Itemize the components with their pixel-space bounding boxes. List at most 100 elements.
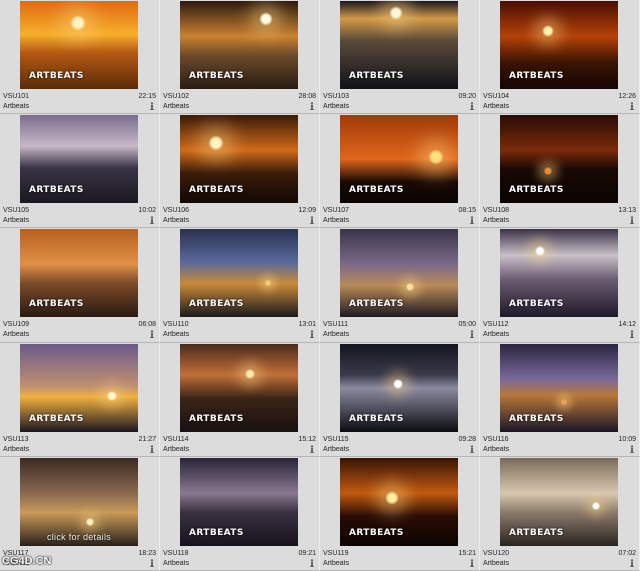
clip-tile[interactable]: ARTBEATS VSU106 12:09 Artbeats <box>160 114 320 229</box>
clip-thumbnail[interactable]: click for details <box>20 457 138 546</box>
clip-thumbnail[interactable]: ARTBEATS <box>180 1 298 89</box>
clip-tile[interactable]: ARTBEATS VSU102 28:08 Artbeats <box>160 0 320 115</box>
sun-glow <box>264 279 272 288</box>
artbeats-watermark: ARTBEATS <box>509 185 564 196</box>
clip-thumbnail[interactable]: ARTBEATS <box>20 1 138 89</box>
clip-duration: 05:00 <box>458 321 476 329</box>
clip-source: Artbeats <box>3 445 30 453</box>
info-icon[interactable] <box>629 216 635 225</box>
clip-thumbnail[interactable]: ARTBEATS <box>20 229 138 318</box>
clip-source: Artbeats <box>323 331 350 339</box>
clip-thumbnail[interactable]: ARTBEATS <box>500 343 618 432</box>
info-icon[interactable] <box>469 330 475 339</box>
clip-meta: VSU112 14:12 Artbeats <box>483 320 636 340</box>
clip-tile[interactable]: ARTBEATS VSU103 09:20 Artbeats <box>320 0 480 115</box>
info-icon[interactable] <box>469 216 475 225</box>
clip-tile[interactable]: ARTBEATS VSU105 10:02 Artbeats <box>0 114 160 229</box>
info-icon[interactable] <box>149 330 155 339</box>
sun-glow <box>591 500 601 511</box>
sun-glow <box>207 134 225 153</box>
clip-duration: 09:21 <box>298 549 316 557</box>
sun-glow <box>427 148 445 167</box>
info-icon[interactable] <box>469 102 475 110</box>
artbeats-watermark: ARTBEATS <box>349 185 404 196</box>
artbeats-watermark: ARTBEATS <box>509 413 564 424</box>
clip-code: VSU103 <box>323 93 350 100</box>
info-icon[interactable] <box>629 444 635 453</box>
clip-source: Artbeats <box>323 559 350 567</box>
clip-meta: VSU119 15:21 Artbeats <box>323 549 476 569</box>
sun-glow <box>85 516 95 527</box>
info-icon[interactable] <box>629 102 635 110</box>
clip-thumbnail[interactable]: ARTBEATS <box>180 343 298 432</box>
info-icon[interactable] <box>149 102 155 110</box>
clip-duration: 08:15 <box>458 207 476 215</box>
info-icon[interactable] <box>309 216 315 225</box>
clip-duration: 22:15 <box>138 93 156 100</box>
clip-tile[interactable]: ARTBEATS VSU108 13:13 Artbeats <box>480 114 640 229</box>
clip-tile[interactable]: ARTBEATS VSU104 12:26 Artbeats <box>480 0 640 115</box>
clip-tile[interactable]: ARTBEATS VSU109 06:08 Artbeats <box>0 228 160 343</box>
clip-meta: VSU110 13:01 Artbeats <box>163 320 316 340</box>
clip-source: Artbeats <box>483 217 510 225</box>
info-icon[interactable] <box>469 559 475 567</box>
clip-tile[interactable]: ARTBEATS VSU118 09:21 Artbeats <box>160 456 320 571</box>
clip-thumbnail[interactable]: ARTBEATS <box>180 115 298 204</box>
clip-thumbnail[interactable]: ARTBEATS <box>340 457 458 546</box>
info-icon[interactable] <box>629 330 635 339</box>
clip-tile[interactable]: ARTBEATS VSU111 05:00 Artbeats <box>320 228 480 343</box>
info-icon[interactable] <box>149 559 155 567</box>
clip-thumbnail[interactable]: ARTBEATS <box>340 343 458 432</box>
clip-thumbnail[interactable]: ARTBEATS <box>500 229 618 318</box>
info-icon[interactable] <box>309 330 315 339</box>
clip-code: VSU105 <box>3 207 30 215</box>
clip-meta: VSU105 10:02 Artbeats <box>3 206 156 226</box>
artbeats-watermark: ARTBEATS <box>189 71 244 81</box>
clip-code: VSU114 <box>163 435 189 443</box>
clip-source: Artbeats <box>163 217 190 225</box>
clip-thumbnail[interactable]: ARTBEATS <box>340 229 458 318</box>
clip-tile[interactable]: ARTBEATS VSU114 15:12 Artbeats <box>160 342 320 457</box>
clip-thumbnail[interactable]: ARTBEATS <box>500 115 618 204</box>
artbeats-watermark: ARTBEATS <box>509 71 564 81</box>
clip-tile[interactable]: ARTBEATS VSU107 08:15 Artbeats <box>320 114 480 229</box>
clip-thumbnail[interactable]: ARTBEATS <box>20 115 138 204</box>
clip-thumbnail[interactable]: ARTBEATS <box>180 457 298 546</box>
clip-tile[interactable]: ARTBEATS VSU101 22:15 Artbeats <box>0 0 160 115</box>
info-icon[interactable] <box>309 559 315 567</box>
clip-tile[interactable]: ARTBEATS VSU119 15:21 Artbeats <box>320 456 480 571</box>
clip-tile[interactable]: ARTBEATS VSU112 14:12 Artbeats <box>480 228 640 343</box>
artbeats-watermark: ARTBEATS <box>349 299 404 310</box>
click-for-details-label[interactable]: click for details <box>20 532 138 542</box>
info-icon[interactable] <box>469 444 475 453</box>
sun-glow <box>543 166 553 177</box>
info-icon[interactable] <box>149 444 155 453</box>
clip-thumbnail[interactable]: ARTBEATS <box>180 229 298 318</box>
clip-code: VSU113 <box>3 435 29 443</box>
info-icon[interactable] <box>309 444 315 453</box>
info-icon[interactable] <box>629 559 635 567</box>
clip-thumbnail[interactable]: ARTBEATS <box>340 115 458 204</box>
clip-source: Artbeats <box>323 445 350 453</box>
clip-meta: VSU109 06:08 Artbeats <box>3 320 156 340</box>
clip-tile[interactable]: ARTBEATS VSU115 09:28 Artbeats <box>320 342 480 457</box>
clip-thumbnail[interactable]: ARTBEATS <box>20 343 138 432</box>
clip-meta: VSU101 22:15 Artbeats <box>3 92 156 112</box>
clip-tile[interactable]: click for details VSU117 18:23 Artbeats <box>0 456 160 571</box>
clip-tile[interactable]: ARTBEATS VSU113 21:27 Artbeats <box>0 342 160 457</box>
info-icon[interactable] <box>309 102 315 110</box>
sun-glow <box>534 245 546 258</box>
clip-meta: VSU103 09:20 Artbeats <box>323 92 476 112</box>
info-icon[interactable] <box>149 216 155 225</box>
clip-source: Artbeats <box>163 559 190 567</box>
artbeats-watermark: ARTBEATS <box>29 71 84 81</box>
clip-tile[interactable]: ARTBEATS VSU120 07:02 Artbeats <box>480 456 640 571</box>
clip-tile[interactable]: ARTBEATS VSU110 13:01 Artbeats <box>160 228 320 343</box>
clip-thumbnail[interactable]: ARTBEATS <box>500 457 618 546</box>
clip-thumbnail[interactable]: ARTBEATS <box>340 1 458 89</box>
clip-source: Artbeats <box>163 103 190 110</box>
clip-duration: 10:02 <box>138 207 156 215</box>
clip-tile[interactable]: ARTBEATS VSU116 10:09 Artbeats <box>480 342 640 457</box>
artbeats-watermark: ARTBEATS <box>509 299 564 310</box>
clip-thumbnail[interactable]: ARTBEATS <box>500 1 618 89</box>
